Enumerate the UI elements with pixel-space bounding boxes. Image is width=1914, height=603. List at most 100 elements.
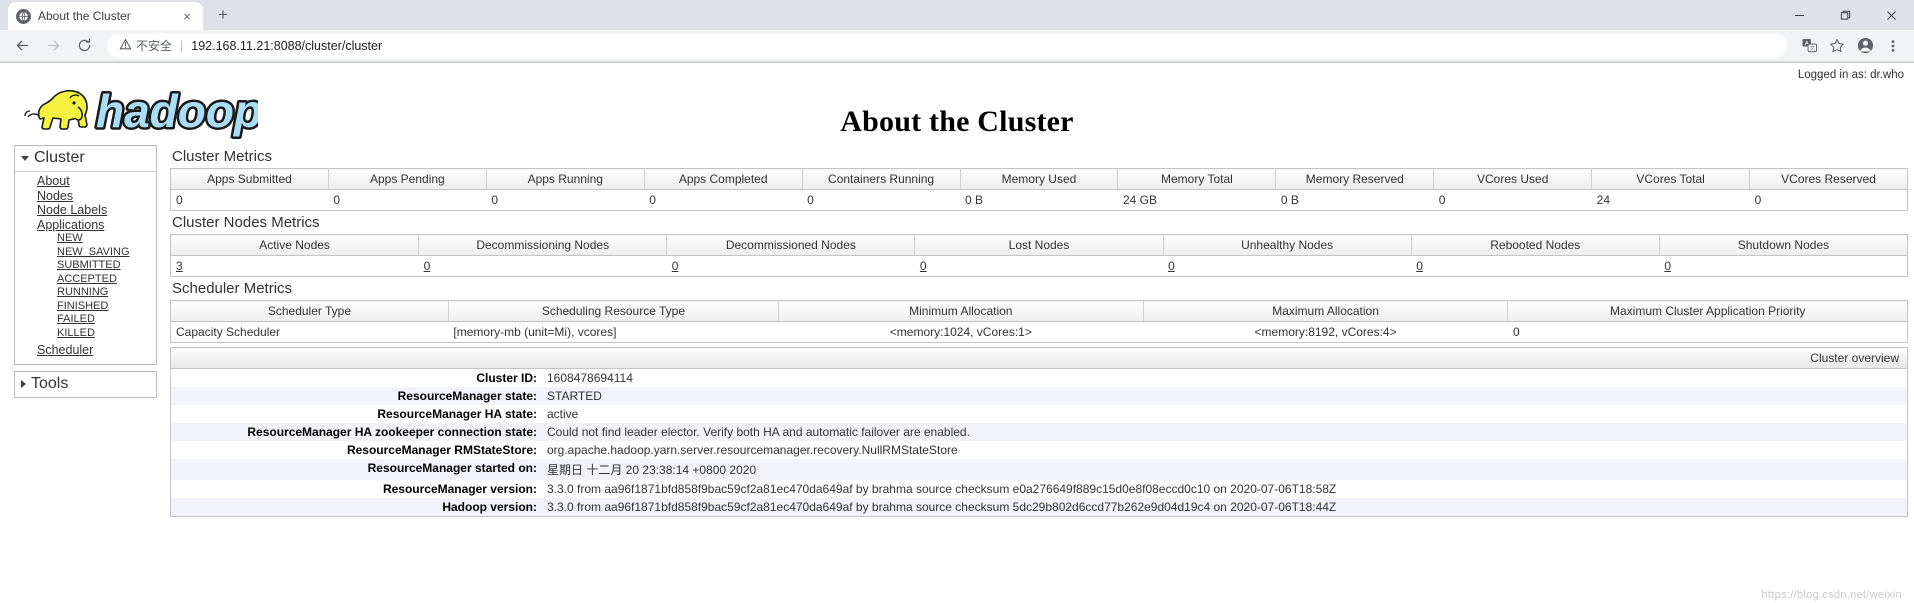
sidebar-link-killed[interactable]: KILLED: [57, 327, 95, 339]
overview-label: ResourceManager state:: [397, 389, 537, 403]
browser-tab-title: About the Cluster: [38, 9, 131, 23]
sidebar-item-failed[interactable]: FAILED: [15, 313, 156, 327]
cluster-overview-label: Cluster overview: [171, 348, 1907, 369]
sidebar-link-finished[interactable]: FINISHED: [57, 300, 108, 312]
sidebar-item-nodes[interactable]: Nodes: [15, 189, 156, 204]
col-apps-running: Apps Running: [486, 168, 645, 190]
browser-tab[interactable]: About the Cluster ×: [8, 2, 203, 30]
sidebar-item-new[interactable]: NEW: [15, 232, 156, 246]
link-decommissioning-nodes[interactable]: 0: [424, 259, 431, 273]
globe-icon: [16, 8, 31, 24]
cell-unhealthy-nodes: 0: [1163, 256, 1411, 277]
chevron-right-icon: [21, 380, 26, 388]
translate-icon[interactable]: A 文: [1796, 33, 1822, 59]
sidebar-link-new[interactable]: NEW: [57, 232, 83, 244]
col-decommissioned-nodes: Decommissioned Nodes: [666, 234, 916, 256]
cell-memory-used: 0 B: [965, 193, 984, 207]
cell-minimum-allocation: <memory:1024, vCores:1>: [889, 325, 1032, 339]
col-memory-total: Memory Total: [1117, 168, 1277, 190]
sidebar-item-applications[interactable]: Applications: [15, 218, 156, 233]
link-decommissioned-nodes[interactable]: 0: [672, 259, 679, 273]
sidebar-link-failed[interactable]: FAILED: [57, 313, 95, 325]
window-controls: [1776, 0, 1914, 30]
sidebar-link-accepted[interactable]: ACCEPTED: [57, 273, 117, 285]
overview-value: Could not find leader elector. Verify bo…: [547, 425, 970, 439]
overview-value: STARTED: [547, 389, 602, 403]
overview-row-cluster-id: Cluster ID: 1608478694114: [171, 369, 1907, 387]
cell-apps-completed: 0: [649, 193, 656, 207]
sidebar-item-about[interactable]: About: [15, 174, 156, 189]
col-memory-reserved: Memory Reserved: [1275, 168, 1435, 190]
overview-label: Cluster ID:: [476, 371, 537, 385]
menu-kebab-icon[interactable]: [1880, 33, 1906, 59]
sidebar-cluster-list: About Nodes Node Labels Applications NEW…: [15, 172, 156, 364]
sidebar-link-about[interactable]: About: [37, 174, 70, 188]
warning-triangle-icon: [119, 38, 132, 54]
close-icon[interactable]: ×: [179, 8, 195, 24]
cell-apps-running: 0: [491, 193, 498, 207]
back-icon[interactable]: [8, 32, 36, 60]
col-active-nodes: Active Nodes: [170, 234, 420, 256]
col-apps-completed: Apps Completed: [644, 168, 803, 190]
sidebar-link-nodes[interactable]: Nodes: [37, 189, 73, 203]
overview-row-hadoop-version: Hadoop version: 3.3.0 from aa96f1871bfd8…: [171, 498, 1907, 516]
col-vcores-total: VCores Total: [1591, 168, 1751, 190]
col-maximum-allocation: Maximum Allocation: [1143, 300, 1509, 322]
table-header-row: Active Nodes Decommissioning Nodes Decom…: [170, 234, 1908, 256]
sidebar-cluster-label: Cluster: [34, 149, 85, 166]
omnibox-separator: |: [180, 38, 184, 53]
cell-scheduler-type: Capacity Scheduler: [176, 325, 281, 339]
sidebar-item-running[interactable]: RUNNING: [15, 286, 156, 300]
overview-label: ResourceManager HA state:: [377, 407, 537, 421]
cluster-metrics-title: Cluster Metrics: [172, 148, 273, 165]
watermark: https://blog.csdn.net/weixin: [1761, 589, 1902, 601]
link-shutdown-nodes[interactable]: 0: [1664, 259, 1671, 273]
not-secure-label: 不安全: [136, 39, 173, 53]
sidebar-cluster-header[interactable]: Cluster: [15, 146, 156, 172]
overview-row-started-on: ResourceManager started on: 星期日 十二月 20 2…: [171, 459, 1907, 480]
sidebar-cluster-block: Cluster About Nodes Node Labels Applicat…: [14, 145, 157, 365]
cell-memory-total: 24 GB: [1122, 193, 1157, 207]
cluster-metrics-table: Apps Submitted Apps Pending Apps Running…: [170, 168, 1908, 211]
sidebar-link-submitted[interactable]: SUBMITTED: [57, 259, 121, 271]
overview-value: 3.3.0 from aa96f1871bfd858f9bac59cf2a81e…: [547, 500, 1337, 514]
cell-apps-submitted: 0: [176, 193, 183, 207]
profile-icon[interactable]: [1852, 33, 1878, 59]
sidebar-item-accepted[interactable]: ACCEPTED: [15, 273, 156, 287]
sidebar-tools-header[interactable]: Tools: [15, 372, 156, 397]
sidebar-item-killed[interactable]: KILLED: [15, 327, 156, 341]
sidebar-item-scheduler[interactable]: Scheduler: [15, 340, 156, 360]
sidebar-item-node-labels[interactable]: Node Labels: [15, 203, 156, 218]
close-window-icon[interactable]: [1868, 0, 1914, 30]
sidebar-link-node-labels[interactable]: Node Labels: [37, 203, 107, 217]
address-bar[interactable]: 不安全 | 192.168.11.21:8088/cluster/cluster: [107, 33, 1787, 58]
minimize-icon[interactable]: [1776, 0, 1822, 30]
bookmark-star-icon[interactable]: [1824, 33, 1850, 59]
not-secure-indicator[interactable]: 不安全: [119, 37, 172, 54]
logged-in-label: Logged in as: dr.who: [1797, 69, 1904, 81]
link-rebooted-nodes[interactable]: 0: [1416, 259, 1423, 273]
overview-value: 3.3.0 from aa96f1871bfd858f9bac59cf2a81e…: [547, 482, 1337, 496]
link-lost-nodes[interactable]: 0: [920, 259, 927, 273]
sidebar-link-new-saving[interactable]: NEW_SAVING: [57, 246, 130, 258]
sidebar-item-finished[interactable]: FINISHED: [15, 300, 156, 314]
cell-containers-running: 0: [807, 193, 814, 207]
maximize-icon[interactable]: [1822, 0, 1868, 30]
reload-icon[interactable]: [70, 32, 98, 60]
new-tab-button[interactable]: +: [209, 1, 237, 29]
table-header-row: Apps Submitted Apps Pending Apps Running…: [170, 168, 1908, 190]
sidebar-link-scheduler[interactable]: Scheduler: [37, 343, 93, 357]
sidebar-item-submitted[interactable]: SUBMITTED: [15, 259, 156, 273]
browser-toolbar: 不安全 | 192.168.11.21:8088/cluster/cluster…: [0, 30, 1914, 62]
sidebar-link-running[interactable]: RUNNING: [57, 286, 108, 298]
table-header-row: Scheduler Type Scheduling Resource Type …: [170, 300, 1908, 322]
sidebar-item-new-saving[interactable]: NEW_SAVING: [15, 246, 156, 260]
sidebar-link-applications[interactable]: Applications: [37, 218, 104, 232]
overview-label: ResourceManager RMStateStore:: [346, 443, 537, 457]
cluster-overview-panel: Cluster overview Cluster ID: 16084786941…: [170, 347, 1908, 517]
sidebar-tools-block: Tools: [14, 371, 157, 398]
table-row: 3 0 0 0 0 0 0: [171, 256, 1908, 277]
link-unhealthy-nodes[interactable]: 0: [1168, 259, 1175, 273]
link-active-nodes[interactable]: 3: [176, 259, 183, 273]
cluster-nodes-metrics-table: Active Nodes Decommissioning Nodes Decom…: [170, 234, 1908, 277]
